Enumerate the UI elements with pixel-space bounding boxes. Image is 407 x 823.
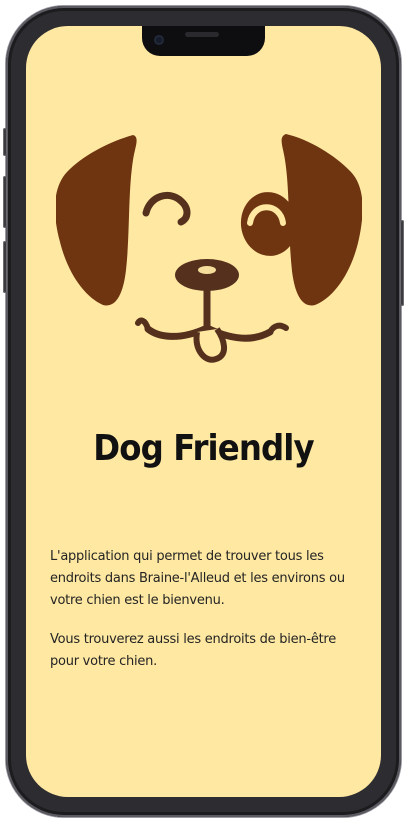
onboarding-screen: Dog Friendly L'application qui permet de…: [26, 26, 381, 797]
phone-power-button: [400, 220, 404, 306]
phone-notch: [142, 26, 265, 56]
dog-nose-highlight-icon: [198, 266, 216, 274]
app-description-secondary: Vous trouverez aussi les endroits de bie…: [50, 632, 336, 669]
dog-left-ear-icon: [56, 135, 137, 306]
phone-volume-down-button: [3, 241, 7, 293]
phone-mute-button: [3, 128, 7, 156]
phone-frame: Dog Friendly L'application qui permet de…: [3, 6, 404, 817]
dog-right-cheek-line-icon: [267, 322, 289, 335]
winking-dog-icon: [56, 134, 362, 363]
dog-tongue-icon: [193, 327, 227, 363]
app-description-primary: L'application qui permet de trouver tous…: [50, 549, 345, 608]
dog-winking-eye-icon: [142, 191, 191, 226]
phone-volume-up-button: [3, 176, 7, 228]
app-title: Dog Friendly: [93, 428, 314, 469]
dog-left-cheek-line-icon: [135, 317, 151, 332]
dog-nose-icon: [175, 259, 239, 291]
